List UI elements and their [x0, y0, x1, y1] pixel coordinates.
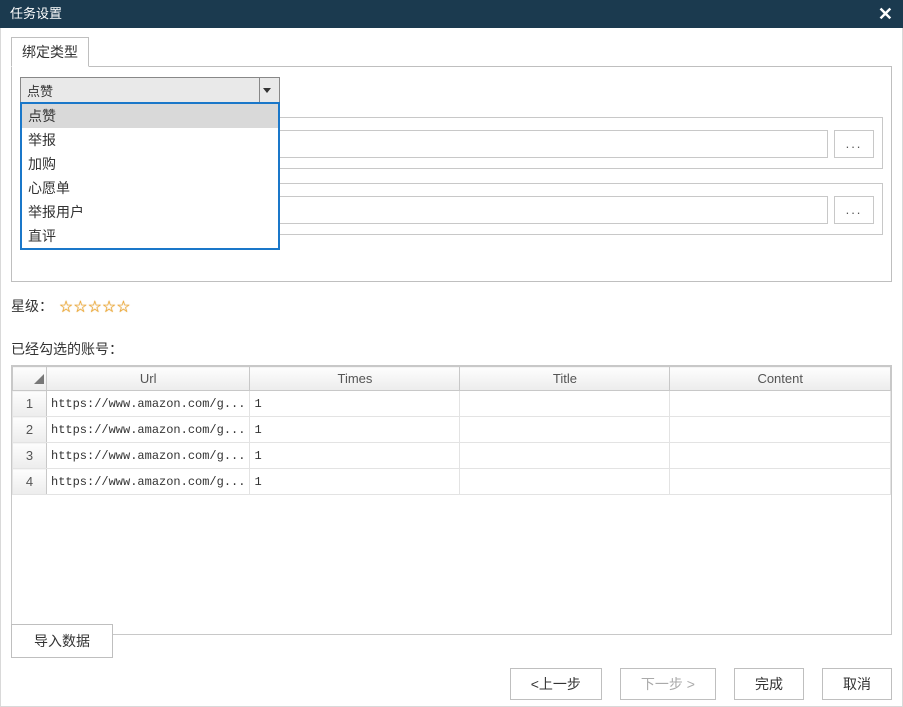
star-row: 星级： ☆ ☆ ☆ ☆ ☆ — [11, 296, 892, 317]
tab-bind-type[interactable]: 绑定类型 — [11, 37, 89, 67]
row-number[interactable]: 4 — [13, 469, 47, 495]
table-row[interactable]: 2 https://www.amazon.com/g... 1 — [13, 417, 891, 443]
cell-content[interactable] — [670, 417, 891, 443]
row-number[interactable]: 2 — [13, 417, 47, 443]
table-row[interactable]: 3 https://www.amazon.com/g... 1 — [13, 443, 891, 469]
grid-header-row: Url Times Title Content — [13, 367, 891, 391]
combo-display[interactable]: 点赞 — [20, 77, 280, 103]
browse-button-2[interactable]: ... — [834, 196, 874, 224]
star-rating[interactable]: ☆ ☆ ☆ ☆ ☆ — [59, 297, 131, 317]
combo-option[interactable]: 直评 — [22, 224, 278, 248]
star-icon[interactable]: ☆ — [73, 297, 87, 317]
star-label: 星级： — [11, 298, 53, 314]
cell-times[interactable]: 1 — [250, 417, 460, 443]
import-data-button[interactable]: 导入数据 — [11, 624, 113, 658]
accounts-grid[interactable]: Url Times Title Content 1 https://www.am… — [11, 365, 892, 635]
star-icon[interactable]: ☆ — [88, 297, 102, 317]
tab-body: 点赞 点赞 举报 加购 心愿单 举报用户 直评 ... ... — [11, 66, 892, 282]
cell-content[interactable] — [670, 443, 891, 469]
grid-header-times[interactable]: Times — [250, 367, 460, 391]
combo-dropdown: 点赞 举报 加购 心愿单 举报用户 直评 — [20, 102, 280, 250]
cell-title[interactable] — [460, 469, 670, 495]
grid-corner[interactable] — [13, 367, 47, 391]
dialog-content: 绑定类型 点赞 点赞 举报 加购 心愿单 举报用户 直评 ... — [0, 28, 903, 707]
next-button: 下一步 > — [620, 668, 716, 700]
cell-url[interactable]: https://www.amazon.com/g... — [47, 391, 250, 417]
cell-times[interactable]: 1 — [250, 391, 460, 417]
combo-option[interactable]: 心愿单 — [22, 176, 278, 200]
star-icon[interactable]: ☆ — [102, 297, 116, 317]
row-number[interactable]: 1 — [13, 391, 47, 417]
combo-option[interactable]: 举报 — [22, 128, 278, 152]
combo-selected-text: 点赞 — [27, 81, 53, 100]
grid-table: Url Times Title Content 1 https://www.am… — [12, 366, 891, 495]
cell-times[interactable]: 1 — [250, 443, 460, 469]
cell-content[interactable] — [670, 391, 891, 417]
cell-url[interactable]: https://www.amazon.com/g... — [47, 469, 250, 495]
titlebar: 任务设置 ✕ — [0, 0, 903, 28]
cell-title[interactable] — [460, 417, 670, 443]
wizard-buttons: <上一步 下一步 > 完成 取消 — [11, 668, 892, 700]
combo-option[interactable]: 加购 — [22, 152, 278, 176]
cancel-button[interactable]: 取消 — [822, 668, 892, 700]
bottom-area: 导入数据 <上一步 下一步 > 完成 取消 — [11, 624, 892, 700]
grid-header-url[interactable]: Url — [47, 367, 250, 391]
grid-header-content[interactable]: Content — [670, 367, 891, 391]
table-row[interactable]: 4 https://www.amazon.com/g... 1 — [13, 469, 891, 495]
table-row[interactable]: 1 https://www.amazon.com/g... 1 — [13, 391, 891, 417]
close-icon[interactable]: ✕ — [878, 0, 893, 28]
combo-option[interactable]: 点赞 — [22, 104, 278, 128]
window-title: 任务设置 — [10, 0, 62, 28]
row-number[interactable]: 3 — [13, 443, 47, 469]
bind-type-combo[interactable]: 点赞 点赞 举报 加购 心愿单 举报用户 直评 — [20, 77, 280, 103]
cell-title[interactable] — [460, 391, 670, 417]
combo-option[interactable]: 举报用户 — [22, 200, 278, 224]
cell-content[interactable] — [670, 469, 891, 495]
chevron-down-icon[interactable] — [259, 78, 273, 102]
star-icon[interactable]: ☆ — [116, 297, 130, 317]
cell-title[interactable] — [460, 443, 670, 469]
grid-header-title[interactable]: Title — [460, 367, 670, 391]
cell-url[interactable]: https://www.amazon.com/g... — [47, 443, 250, 469]
selected-accounts-label: 已经勾选的账号： — [11, 339, 892, 359]
finish-button[interactable]: 完成 — [734, 668, 804, 700]
star-icon[interactable]: ☆ — [59, 297, 73, 317]
cell-url[interactable]: https://www.amazon.com/g... — [47, 417, 250, 443]
browse-button-1[interactable]: ... — [834, 130, 874, 158]
prev-button[interactable]: <上一步 — [510, 668, 602, 700]
cell-times[interactable]: 1 — [250, 469, 460, 495]
